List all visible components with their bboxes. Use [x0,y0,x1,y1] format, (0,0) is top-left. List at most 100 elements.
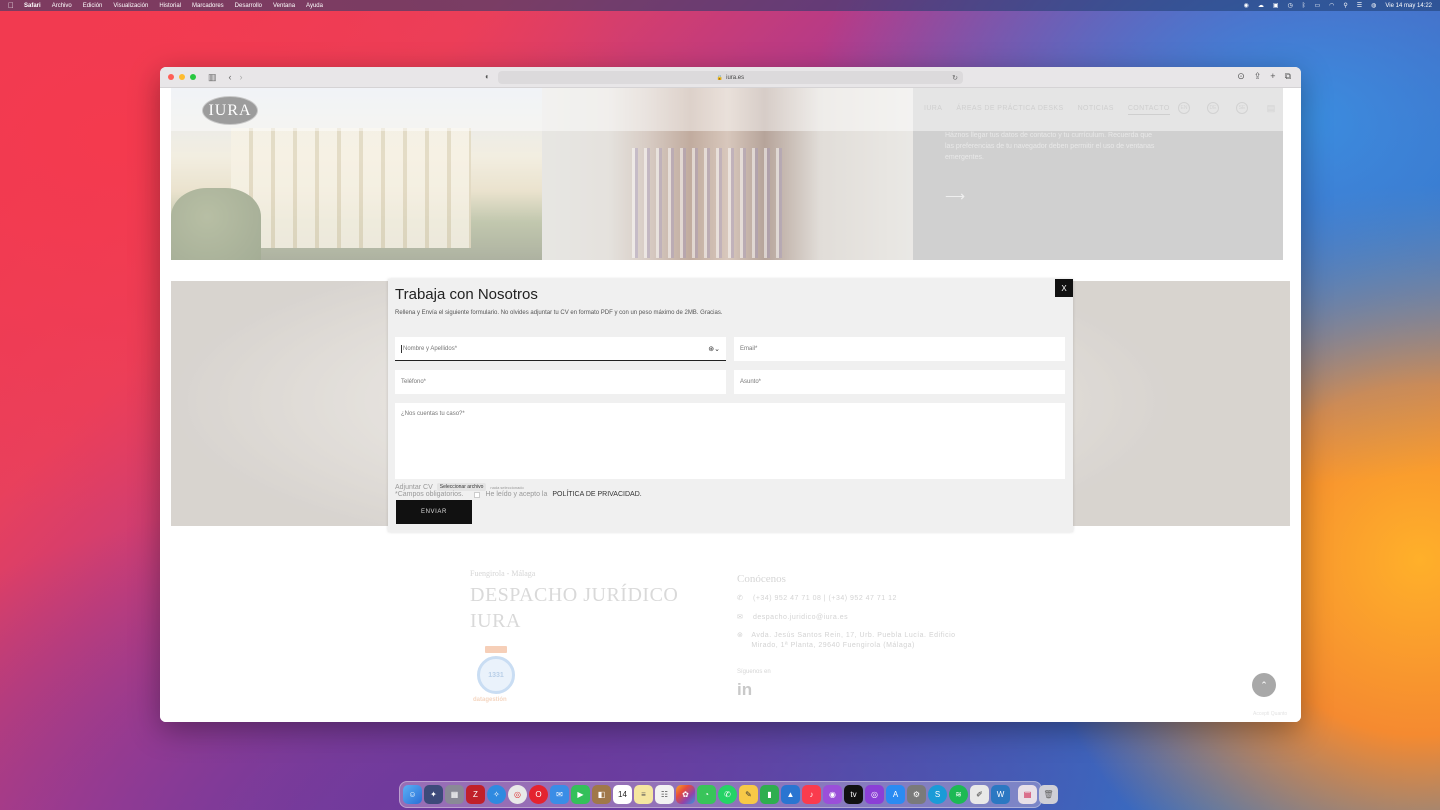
lang-en[interactable]: EN [1178,102,1190,114]
search-icon[interactable]: ⚲ [1343,2,1347,9]
menu-visualizacion[interactable]: Visualización [113,3,148,9]
zoom-window-button[interactable] [190,74,196,80]
datagestion-badge[interactable]: 1331 datagestión [473,646,520,706]
menu-clock[interactable]: Vie 14 may 14:22 [1385,3,1432,9]
tab-overview-icon[interactable]: ⧉ [1285,71,1291,82]
music-icon[interactable]: ♪ [802,785,821,804]
contacts-icon[interactable]: ◧ [592,785,611,804]
finder-icon[interactable]: ☺ [403,785,422,804]
menu-app-name[interactable]: Safari [24,3,41,9]
word-icon[interactable]: W [991,785,1010,804]
id-card-icon[interactable]: ▤ [1265,102,1277,114]
hero-description: Háznos llegar tus datos de contacto y tu… [945,132,1155,161]
menu-edicion[interactable]: Edición [83,3,103,9]
pages-icon[interactable]: ✎ [739,785,758,804]
numbers-icon[interactable]: ▮ [760,785,779,804]
menu-bar:  Safari Archivo Edición Visualización H… [0,0,1440,11]
linkedin-icon[interactable]: in [737,680,752,700]
name-input[interactable]: Nombre y Apellidos* ⊛⌄ [395,337,726,361]
forward-icon[interactable]: › [240,72,243,82]
minimize-window-button[interactable] [179,74,185,80]
email-placeholder: Email* [740,346,758,352]
app-store-icon[interactable]: A [886,785,905,804]
menu-historial[interactable]: Historial [159,3,181,9]
site-header: IURA IURA ÁREAS DE PRÁCTICA DESKS NOTICI… [160,88,1301,131]
reminders-icon[interactable]: ☷ [655,785,674,804]
email-input[interactable]: Email* [734,337,1065,361]
apps-grid-icon[interactable]: ▦ [445,785,464,804]
menu-ventana[interactable]: Ventana [273,3,295,9]
calendar-icon[interactable]: 14 [613,785,632,804]
trash-icon[interactable]: 🗑 [1039,785,1058,804]
subject-input[interactable]: Asunto* [734,370,1065,394]
chrome-icon[interactable]: ◎ [508,785,527,804]
apple-icon[interactable]:  [8,1,14,10]
new-tab-icon[interactable]: + [1270,71,1275,82]
privacy-shield-icon[interactable]: ◐ [485,72,490,81]
address-bar[interactable]: 🔒 iura.es ↻ [498,71,963,84]
creative-cloud-icon[interactable]: ◉ [1244,2,1249,9]
apple-tv-icon[interactable]: tv [844,785,863,804]
reload-icon[interactable]: ↻ [952,74,958,82]
spotify-icon[interactable]: ≋ [949,785,968,804]
contact-phone[interactable]: (+34) 952 47 71 08 | (+34) 952 47 71 12 [753,594,897,604]
nav-item-contacto[interactable]: CONTACTO [1127,105,1170,115]
password-autofill-icon[interactable]: ⊛⌄ [708,345,720,353]
facetime-icon[interactable]: ▶ [571,785,590,804]
podcasts-icon[interactable]: ◉ [823,785,842,804]
menu-ayuda[interactable]: Ayuda [306,3,323,9]
name-placeholder: Nombre y Apellidos* [403,345,458,352]
arrow-right-icon[interactable]: ⟶ [945,188,965,205]
mail-icon[interactable]: ✉ [550,785,569,804]
sidebar-icon[interactable]: ▥ [208,72,217,83]
safari-icon[interactable]: ✧ [487,785,506,804]
lang-de[interactable]: DE [1207,102,1219,114]
notes-icon[interactable]: ≡ [634,785,653,804]
cloud-icon[interactable]: ☁ [1258,2,1264,9]
control-center-icon[interactable]: ☰ [1357,2,1362,9]
battery-icon[interactable]: ▭ [1314,2,1320,9]
menu-desarrollo[interactable]: Desarrollo [235,3,262,9]
send-button[interactable]: ENVIAR [396,500,472,524]
privacy-policy-link[interactable]: POLÍTICA DE PRIVACIDAD. [552,491,641,498]
bluetooth-icon[interactable]: ᛒ [1302,3,1306,9]
share-icon[interactable]: ⇪ [1254,71,1262,82]
system-preferences-icon[interactable]: ⚙ [907,785,926,804]
skype-icon[interactable]: S [928,785,947,804]
lang-se[interactable]: SE [1236,102,1248,114]
nav-item-noticias[interactable]: NOTICIAS [1078,105,1114,115]
privacy-checkbox[interactable] [474,491,481,498]
keynote-icon[interactable]: ▲ [781,785,800,804]
privacy-text: He leído y acepto la [485,491,548,498]
close-modal-button[interactable]: X [1055,279,1073,297]
filezilla-icon[interactable]: Z [466,785,485,804]
message-textarea[interactable]: ¿Nos cuentas tu caso?* [395,403,1065,479]
photos-icon[interactable]: ✿ [676,785,695,804]
clock-icon[interactable]: ◷ [1288,2,1293,9]
menu-archivo[interactable]: Archivo [52,3,72,9]
screen-icon[interactable]: ▣ [1273,2,1279,9]
downloads-icon[interactable]: ⊙ [1237,71,1245,82]
phone-input[interactable]: Teléfono* [395,370,726,394]
close-window-button[interactable] [168,74,174,80]
contact-address: Avda. Jesús Santos Rein, 17, Urb. Puebla… [751,632,956,649]
script-editor-icon[interactable]: ✐ [970,785,989,804]
choose-file-button[interactable]: Seleccionar archivo [436,483,487,491]
messages-icon[interactable]: ◔ [697,785,716,804]
contact-email[interactable]: despacho.juridico@iura.es [753,613,848,623]
whatsapp-icon[interactable]: ✆ [718,785,737,804]
site-logo[interactable]: IURA [202,96,258,125]
wifi-icon[interactable]: ◠ [1329,2,1334,9]
podcasts-purple-icon[interactable]: ◎ [865,785,884,804]
launchpad-icon[interactable]: ✦ [424,785,443,804]
menu-marcadores[interactable]: Marcadores [192,3,224,9]
badge-number: 1331 [477,656,515,694]
siri-icon[interactable]: ◍ [1371,2,1376,9]
document-icon[interactable]: ▤ [1018,785,1037,804]
nav-item-iura[interactable]: IURA [924,105,942,115]
opera-icon[interactable]: O [529,785,548,804]
scroll-to-top-button[interactable]: ⌃ [1252,673,1276,697]
back-icon[interactable]: ‹ [229,72,232,82]
footer-small-link[interactable]: Accepti Quanto [1253,711,1287,717]
nav-item-areas[interactable]: ÁREAS DE PRÁCTICA DESKS [956,105,1063,115]
